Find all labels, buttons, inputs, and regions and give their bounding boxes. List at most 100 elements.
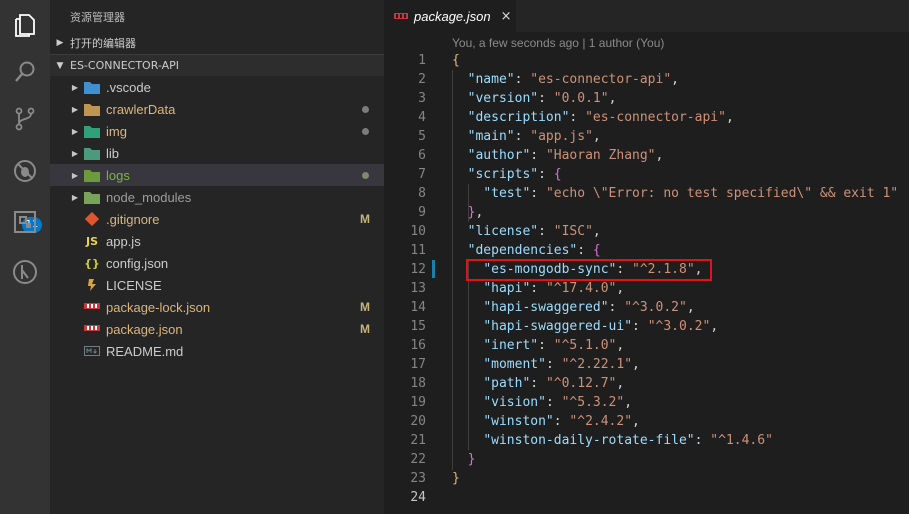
- annotation-highlight-box: [466, 259, 712, 281]
- indent-guide: [468, 260, 469, 450]
- search-icon[interactable]: [0, 47, 50, 97]
- line-number: 24: [410, 490, 426, 505]
- untracked-dot: [362, 128, 369, 135]
- tab-label: package.json: [414, 8, 491, 24]
- extensions-icon[interactable]: [0, 197, 50, 247]
- code-line: "moment": "^2.22.1",: [483, 357, 640, 372]
- code-line: "main": "app.js",: [467, 129, 601, 144]
- lib-folder-icon: [84, 145, 100, 161]
- tree-item-label: config.json: [106, 255, 169, 271]
- tree-item-package-lock-json[interactable]: package-lock.json M: [50, 296, 384, 318]
- tree-item-package-json[interactable]: package.json M: [50, 318, 384, 340]
- code-line: "test": "echo \"Error: no test specified…: [483, 186, 899, 201]
- js-icon: JS: [85, 234, 98, 248]
- chevron-down-icon: ▼: [56, 60, 64, 71]
- chevron-right-icon: ▶: [56, 38, 64, 48]
- tree-item-label: package-lock.json: [106, 299, 211, 315]
- code-line: "version": "0.0.1",: [467, 91, 617, 106]
- line-number: 16: [410, 338, 426, 353]
- code-line: {: [452, 53, 460, 68]
- logs-folder-icon: [84, 167, 100, 183]
- tree-item-img[interactable]: ▶ img: [50, 120, 384, 142]
- code-line: "scripts": {: [467, 167, 562, 182]
- open-editors-label: 打开的编辑器: [70, 37, 136, 50]
- chevron-right-icon: ▶: [71, 170, 79, 180]
- tree-item-node-modules[interactable]: ▶ node_modules: [50, 186, 384, 208]
- tree-item-readme[interactable]: README.md: [50, 340, 384, 362]
- project-section[interactable]: ▼ ES-CONNECTOR-API: [50, 54, 384, 76]
- close-icon[interactable]: ×: [501, 9, 512, 24]
- chevron-right-icon: ▶: [71, 126, 79, 136]
- untracked-dot: [362, 172, 369, 179]
- line-number: 18: [410, 376, 426, 391]
- tree-item-vscode[interactable]: ▶ .vscode: [50, 76, 384, 98]
- line-number: 5: [418, 129, 426, 144]
- line-number: 21: [410, 433, 426, 448]
- folder-icon: [84, 101, 100, 117]
- debug-icon[interactable]: [0, 146, 50, 196]
- tree-item-label: img: [106, 123, 127, 139]
- chevron-right-icon: ▶: [71, 82, 79, 92]
- files-icon[interactable]: [0, 0, 50, 50]
- code-line: "description": "es-connector-api",: [467, 110, 734, 125]
- json-icon: {}: [84, 256, 100, 270]
- code-line: "inert": "^5.1.0",: [483, 338, 625, 353]
- modified-badge: M: [360, 212, 370, 226]
- line-number: 9: [418, 205, 426, 220]
- line-number: 22: [410, 452, 426, 467]
- chevron-right-icon: ▶: [71, 104, 79, 114]
- line-number: 23: [410, 471, 426, 486]
- code-line: "license": "ISC",: [467, 224, 601, 239]
- git-change-indicator: [432, 260, 435, 278]
- tree-item-lib[interactable]: ▶ lib: [50, 142, 384, 164]
- open-editors-section[interactable]: ▶ 打开的编辑器: [50, 32, 384, 54]
- tree-item-label: app.js: [106, 233, 141, 249]
- tree-item-label: LICENSE: [106, 277, 162, 293]
- git-icon: [84, 211, 100, 227]
- line-number: 14: [410, 300, 426, 315]
- line-number: 10: [410, 224, 426, 239]
- modified-badge: M: [360, 300, 370, 314]
- tree-item-config-json[interactable]: {} config.json: [50, 252, 384, 274]
- npm-icon: [84, 321, 100, 337]
- line-number: 11: [410, 243, 426, 258]
- markdown-icon: [84, 343, 100, 359]
- code-line: }: [467, 452, 476, 467]
- tree-item-logs[interactable]: ▶ logs: [50, 164, 384, 186]
- tab-package-json[interactable]: package.json ×: [384, 0, 516, 32]
- tree-item-label: package.json: [106, 321, 183, 337]
- line-number: 20: [410, 414, 426, 429]
- code-line: "name": "es-connector-api",: [467, 72, 679, 87]
- code-line: }: [452, 471, 460, 486]
- project-label: ES-CONNECTOR-API: [70, 59, 180, 72]
- vscode-folder-icon: [84, 79, 100, 95]
- tree-item-label: .gitignore: [106, 211, 160, 227]
- code-line: "hapi-swaggered": "^3.0.2",: [483, 300, 695, 315]
- activity-bar: 11: [0, 0, 50, 514]
- sidebar-title: 资源管理器: [70, 11, 125, 24]
- indent-guide: [468, 184, 469, 222]
- tree-item-label: lib: [106, 145, 120, 161]
- tab-bar: package.json ×: [384, 0, 909, 32]
- tree-item-label: .vscode: [106, 79, 151, 95]
- node-folder-icon: [84, 189, 100, 205]
- source-control-icon[interactable]: 11: [0, 94, 50, 233]
- tree-item-crawlerdata[interactable]: ▶ crawlerData: [50, 98, 384, 120]
- tree-item-label: logs: [106, 167, 130, 183]
- image-folder-icon: [84, 123, 100, 139]
- line-number: 12: [410, 262, 426, 277]
- line-number: 3: [418, 91, 426, 106]
- codelens-blame[interactable]: You, a few seconds ago | 1 author (You): [452, 36, 664, 50]
- line-number: 19: [410, 395, 426, 410]
- code-line: "vision": "^5.3.2",: [483, 395, 633, 410]
- code-line: "dependencies": {: [467, 243, 601, 258]
- chevron-right-icon: ▶: [71, 192, 79, 202]
- tree-item-app-js[interactable]: JS app.js: [50, 230, 384, 252]
- tree-item-gitignore[interactable]: .gitignore M: [50, 208, 384, 230]
- line-number: 15: [410, 319, 426, 334]
- remote-icon[interactable]: [0, 247, 50, 297]
- indent-guide: [452, 70, 453, 470]
- chevron-right-icon: ▶: [71, 148, 79, 158]
- code-line: "winston": "^2.4.2",: [483, 414, 640, 429]
- tree-item-license[interactable]: LICENSE: [50, 274, 384, 296]
